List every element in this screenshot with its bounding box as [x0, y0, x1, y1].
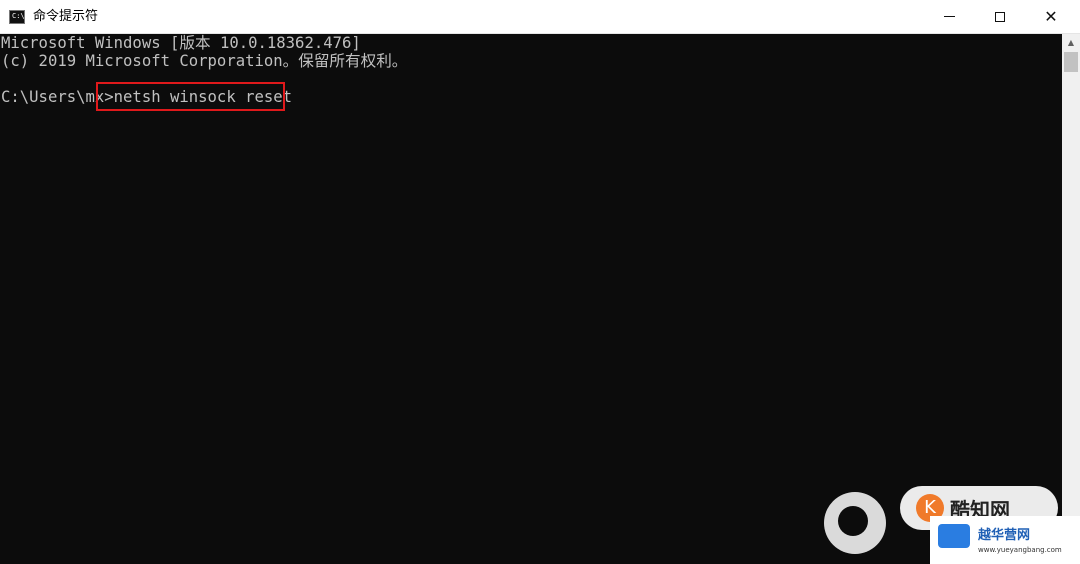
- scrollbar-thumb[interactable]: [1064, 52, 1078, 72]
- console-output[interactable]: Microsoft Windows [版本 10.0.18362.476] (c…: [0, 34, 1062, 564]
- swirl-watermark-icon: [824, 492, 886, 554]
- scroll-up-icon[interactable]: ▲: [1062, 34, 1080, 51]
- maximize-icon: [995, 11, 1005, 22]
- minimize-icon: [943, 16, 955, 17]
- console-line-version: Microsoft Windows [版本 10.0.18362.476]: [1, 34, 361, 52]
- minimize-button[interactable]: [926, 0, 972, 33]
- site-name: 越华营网: [978, 528, 1031, 543]
- cmd-icon-glyph: C:\: [12, 12, 25, 20]
- vertical-scrollbar[interactable]: ▲: [1062, 34, 1080, 564]
- close-icon: ✕: [1044, 6, 1058, 26]
- maximize-button[interactable]: [977, 0, 1023, 33]
- site-watermark: 越华营网 www.yueyangbang.com: [930, 516, 1080, 564]
- site-logo-icon: [938, 524, 970, 548]
- window-title: 命令提示符: [33, 9, 99, 24]
- command-highlight-box: [96, 82, 285, 111]
- cmd-icon[interactable]: C:\: [9, 10, 25, 24]
- close-button[interactable]: ✕: [1028, 0, 1074, 33]
- site-url: www.yueyangbang.com: [978, 546, 1062, 554]
- console-line-copyright: (c) 2019 Microsoft Corporation。保留所有权利。: [1, 52, 408, 70]
- title-bar[interactable]: C:\ 命令提示符 ✕: [0, 0, 1080, 34]
